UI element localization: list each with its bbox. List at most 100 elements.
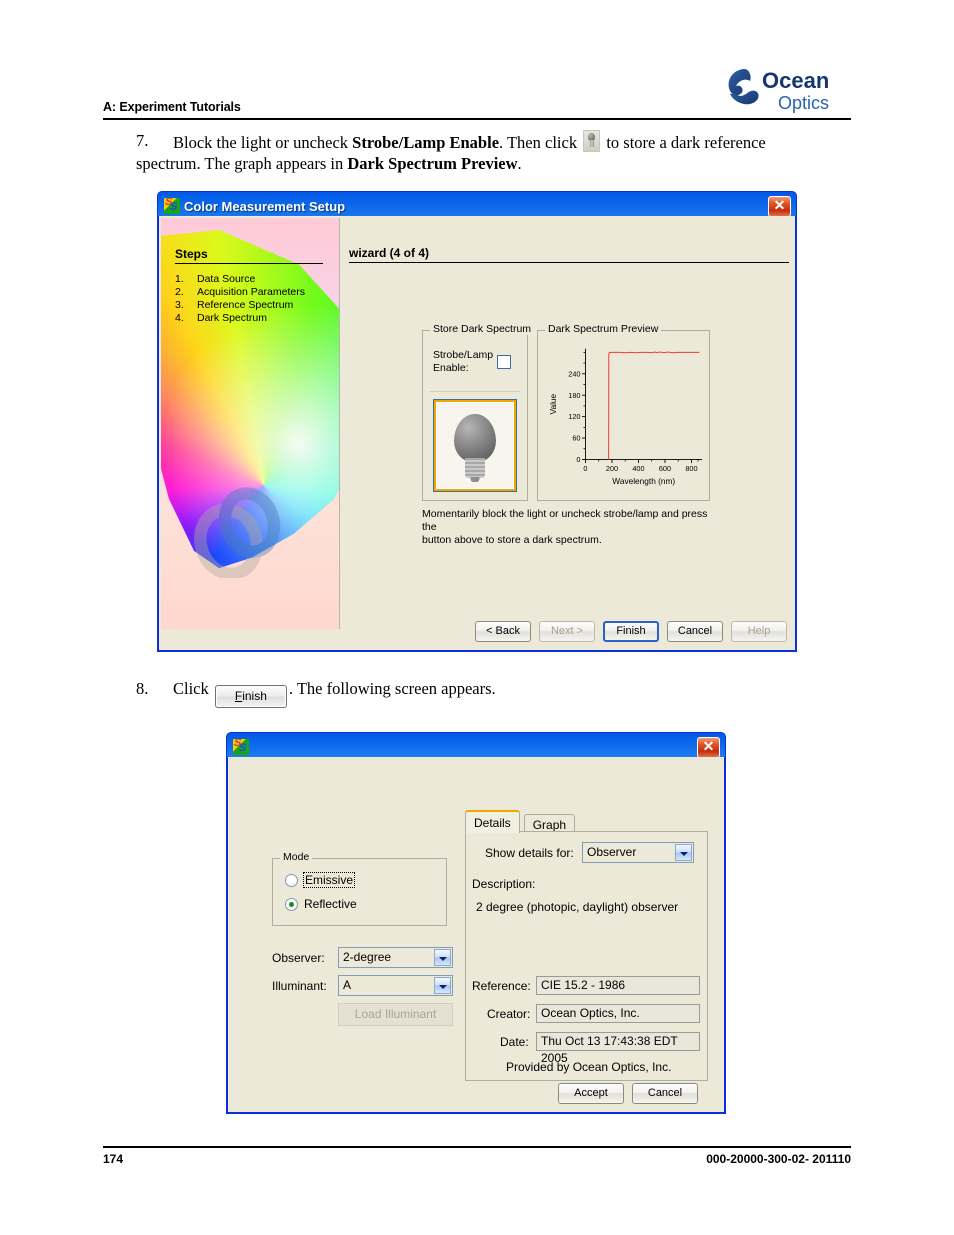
wizard-step-label: Acquisition Parameters [197,286,305,298]
steps-heading-rule [175,263,323,264]
wizard-body: Steps 1. Data Source 2. Acquisition Paramet… [158,216,796,651]
strobe-lamp-enable-checkbox[interactable] [497,355,511,369]
step-8: 8. Click Finish. The following screen ap… [136,678,816,708]
chart-series-line [608,351,700,460]
finish-illustration-label: inish [242,689,267,703]
back-button[interactable]: < Back [475,621,531,642]
chevron-down-icon[interactable] [675,844,692,861]
x-tick-label: 800 [685,464,697,473]
illuminant-label: Illuminant: [272,979,327,993]
cancel-button[interactable]: Cancel [667,621,723,642]
wizard-step-label: Reference Spectrum [197,299,294,311]
date-label: Date: [500,1035,529,1049]
wizard-title-bar[interactable]: Color Measurement Setup ✕ [161,195,793,217]
accept-button[interactable]: Accept [558,1083,624,1104]
tab-graph-label: Graph [532,818,567,832]
show-details-for-select[interactable]: Observer [582,842,694,863]
next-button-label: Next > [550,625,584,637]
close-icon[interactable]: ✕ [697,737,720,758]
svg-text:Ocean: Ocean [762,68,829,93]
x-axis-label: Wavelength (nm) [612,476,675,486]
illuminant-select[interactable]: A [338,975,453,996]
description-label: Description: [472,877,536,891]
observer-label: Observer: [272,951,325,965]
y-tick-label: 120 [568,412,580,421]
store-dark-spectrum-group-title: Store Dark Spectrum [430,323,535,335]
spectrasuite-app-icon [233,739,249,755]
provided-by-label: Provided by Ocean Optics, Inc. [506,1060,672,1074]
wizard-step-number: 3. [175,299,184,311]
y-tick-label: 180 [568,391,580,400]
next-button: Next > [539,621,595,642]
wizard-label-rule [349,262,789,263]
radio-reflective-mark [285,897,298,911]
chevron-down-icon[interactable] [434,949,451,966]
y-tick-label: 0 [576,455,580,464]
step-7-part2: . Then click [499,133,582,152]
page-title: A: Experiment Tutorials [103,100,241,114]
strobe-lamp-enable-label: Strobe/Lamp Enable: [433,349,493,375]
accept-button-label: Accept [574,1087,608,1099]
wizard-step-label: Dark Spectrum [197,312,268,324]
back-button-label: < Back [486,625,520,637]
step-7-part4: . [517,154,522,173]
lightbulb-tip-icon [470,477,480,482]
finish-button[interactable]: Finish [603,621,659,642]
wizard-steps-panel: Steps 1. Data Source 2. Acquisition Paramet… [161,218,340,629]
wizard-step-label: Data Source [197,273,256,285]
store-dark-spectrum-button[interactable] [434,400,516,491]
details-cancel-button-label: Cancel [647,1087,683,1099]
steps-heading: Steps [175,247,208,261]
color-measurement-details-dialog: ✕ Mode Emissive Reflective Observer: 2-d… [226,732,726,1114]
wizard-title: Color Measurement Setup [184,198,346,214]
radio-reflective[interactable]: Reflective [285,897,357,911]
finish-button-label: Finish [616,625,646,637]
wizard-step-item-1: 1. Data Source [175,273,305,286]
x-tick-label: 0 [583,464,587,473]
strobe-lamp-enable-label-line2: Enable: [433,362,469,374]
close-icon[interactable]: ✕ [768,196,791,217]
step-8-text: Click Finish. The following screen appea… [173,679,496,708]
step-8-number: 8. [136,679,149,698]
details-body: Mode Emissive Reflective Observer: 2-deg… [227,757,725,1113]
step-7-part1: Block the light or uncheck [173,133,353,152]
step-7: 7. Block the light or uncheck Strobe/Lam… [136,130,816,174]
strobe-lamp-enable-label-line1: Strobe/Lamp [433,349,494,361]
header-divider [103,118,851,120]
wizard-progress-label: wizard (4 of 4) [349,246,430,260]
details-tabstrip: Details Graph [465,810,576,835]
details-tab-panel: Show details for: Observer Description: … [465,831,708,1081]
radio-emissive[interactable]: Emissive [285,872,356,888]
mode-group: Mode Emissive Reflective [272,851,447,926]
step-8-part1: Click [173,679,213,698]
spectrasuite-app-icon [164,198,180,214]
wizard-step-number: 4. [175,312,184,324]
observer-select[interactable]: 2-degree [338,947,453,968]
help-button-label: Help [747,625,771,637]
step-8-part2: . The following screen appears. [288,679,496,698]
observer-select-value: 2-degree [343,950,392,964]
description-value: 2 degree (photopic, daylight) observer [476,900,679,914]
mode-group-title: Mode [280,851,313,863]
finish-button-illustration: Finish [214,685,287,708]
chevron-down-icon[interactable] [434,977,451,994]
dark-spectrum-chart: 0 60 120 180 240 0 200 400 600 800 Value Wavelength… [548,348,703,486]
step-7-bold-strobe-lamp-enable: Strobe/Lamp Enable [352,133,500,152]
color-measurement-setup-dialog: Color Measurement Setup ✕ Steps 1. Data S… [157,191,797,652]
y-tick-label: 60 [572,434,580,443]
date-field: Thu Oct 13 17:43:38 EDT 2005 [536,1032,700,1065]
document-code: 000-20000-300-02- 201110 [706,1152,851,1166]
step-7-text: Block the light or uncheck Strobe/Lamp E… [136,130,766,173]
ocean-optics-logo: Ocean Optics [726,66,851,114]
lightbulb-icon [454,414,496,462]
x-tick-label: 400 [632,464,644,473]
load-illuminant-label: Load Illuminant [354,1007,437,1021]
dark-spectrum-hint-line1: Momentarily block the light or uncheck s… [422,508,708,533]
footer-divider [103,1146,851,1148]
radio-reflective-label: Reflective [304,897,357,911]
illuminant-select-value: A [343,978,352,992]
help-button: Help [731,621,787,642]
tab-details[interactable]: Details [465,810,520,833]
details-title-bar[interactable]: ✕ [230,736,722,758]
details-cancel-button[interactable]: Cancel [632,1083,698,1104]
